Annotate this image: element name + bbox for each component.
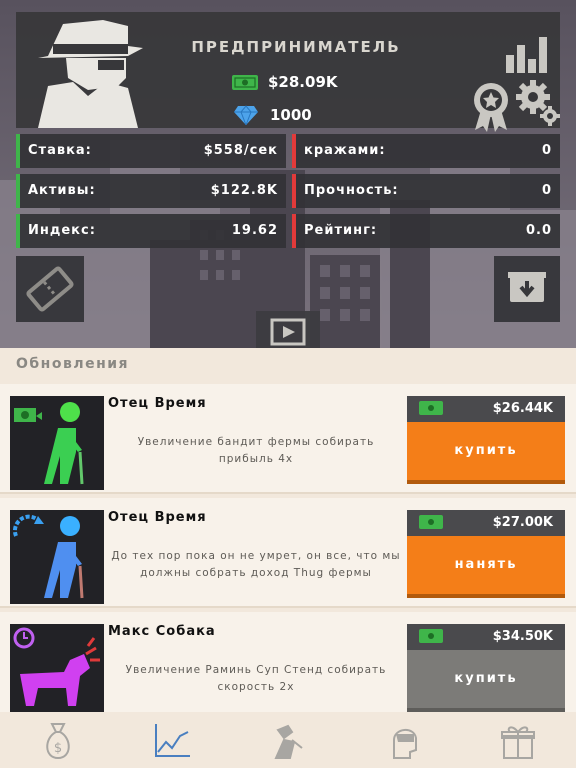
money-value: $28.09K — [268, 73, 338, 91]
upgrade-card: Отец Время До тех пор пока он не умрет, … — [0, 498, 576, 608]
upgrade-icon-box — [10, 510, 104, 604]
upgrade-price: $27.00K — [407, 510, 565, 536]
stat-index: Индекс: 19.62 — [16, 214, 286, 248]
upgrade-price-value: $34.50K — [492, 629, 553, 644]
stat-index-label: Индекс: — [28, 223, 96, 238]
stat-assets: Активы: $122.8K — [16, 174, 286, 208]
award-ribbon-icon[interactable] — [471, 82, 511, 132]
bar-chart-icon[interactable] — [504, 37, 552, 73]
barking-dog-icon — [13, 627, 100, 706]
rank-title: ПРЕДПРИНИМАТЕЛЬ — [191, 38, 401, 56]
buy-button-disabled[interactable]: купить — [407, 650, 565, 712]
stat-rating-label: Рейтинг: — [304, 223, 378, 238]
upgrade-price: $34.50K — [407, 624, 565, 650]
money-bag-icon[interactable]: $ — [38, 720, 78, 760]
stat-thefts-value: 0 — [541, 143, 552, 158]
advisor-icon[interactable] — [384, 720, 424, 760]
upgrade-description: До тех пор пока он не умрет, он все, что… — [111, 550, 401, 579]
inbox-download-icon — [508, 272, 546, 302]
buy-button[interactable]: купить — [407, 422, 565, 484]
stat-assets-value: $122.8K — [210, 183, 278, 198]
svg-text:$: $ — [54, 741, 62, 756]
spy-avatar-icon — [38, 20, 143, 128]
upgrade-price-value: $26.44K — [492, 401, 553, 416]
stat-rate: Ставка: $558/сек — [16, 134, 286, 168]
upgrade-price-value: $27.00K — [492, 515, 553, 530]
ticket-button[interactable] — [16, 256, 84, 322]
thief-icon[interactable] — [266, 720, 306, 760]
upgrade-name: Отец Время — [108, 396, 207, 411]
upgrade-card: Макс Собака Увеличение Раминь Суп Стенд … — [0, 612, 576, 722]
ticket-icon — [26, 266, 74, 312]
gems-value: 1000 — [270, 106, 312, 124]
upgrade-name: Отец Время — [108, 510, 207, 525]
cash-icon — [232, 74, 258, 90]
gift-icon[interactable] — [498, 720, 538, 760]
stat-rate-label: Ставка: — [28, 143, 92, 158]
chart-line-icon[interactable] — [152, 720, 192, 760]
settings-gears-icon[interactable] — [516, 80, 560, 126]
upgrades-title: Обновления — [16, 356, 130, 372]
upgrade-icon-box — [10, 624, 104, 718]
money-display: $28.09K — [232, 73, 338, 91]
bottom-nav: $ — [0, 712, 576, 768]
hire-button[interactable]: нанять — [407, 536, 565, 598]
upgrade-description: Увеличение Раминь Суп Стенд собирать ско… — [125, 664, 387, 693]
profile-header: ПРЕДПРИНИМАТЕЛЬ $28.09K 1000 — [16, 12, 560, 132]
stat-index-value: 19.62 — [231, 223, 278, 238]
stat-durability-label: Прочность: — [304, 183, 399, 198]
stat-durability-value: 0 — [541, 183, 552, 198]
cash-icon — [419, 515, 443, 529]
old-man-green-icon — [14, 402, 84, 485]
upgrade-description: Увеличение бандит фермы собирать прибыль… — [137, 436, 375, 465]
inbox-button[interactable] — [494, 256, 560, 322]
stat-thefts: кражами: 0 — [292, 134, 560, 168]
cash-icon — [419, 629, 443, 643]
stat-assets-label: Активы: — [28, 183, 96, 198]
upgrade-icon-box — [10, 396, 104, 490]
stat-thefts-label: кражами: — [304, 143, 386, 158]
upgrade-price: $26.44K — [407, 396, 565, 422]
diamond-icon — [234, 105, 258, 125]
stat-rating: Рейтинг: 0.0 — [292, 214, 560, 248]
stat-rating-value: 0.0 — [525, 223, 552, 238]
old-man-blue-icon — [12, 514, 84, 599]
upgrade-name: Макс Собака — [108, 624, 216, 639]
gems-display: 1000 — [234, 105, 312, 125]
stat-durability: Прочность: 0 — [292, 174, 560, 208]
cash-icon — [419, 401, 443, 415]
upgrade-card: Отец Время Увеличение бандит фермы собир… — [0, 384, 576, 494]
stat-rate-value: $558/сек — [203, 143, 278, 158]
